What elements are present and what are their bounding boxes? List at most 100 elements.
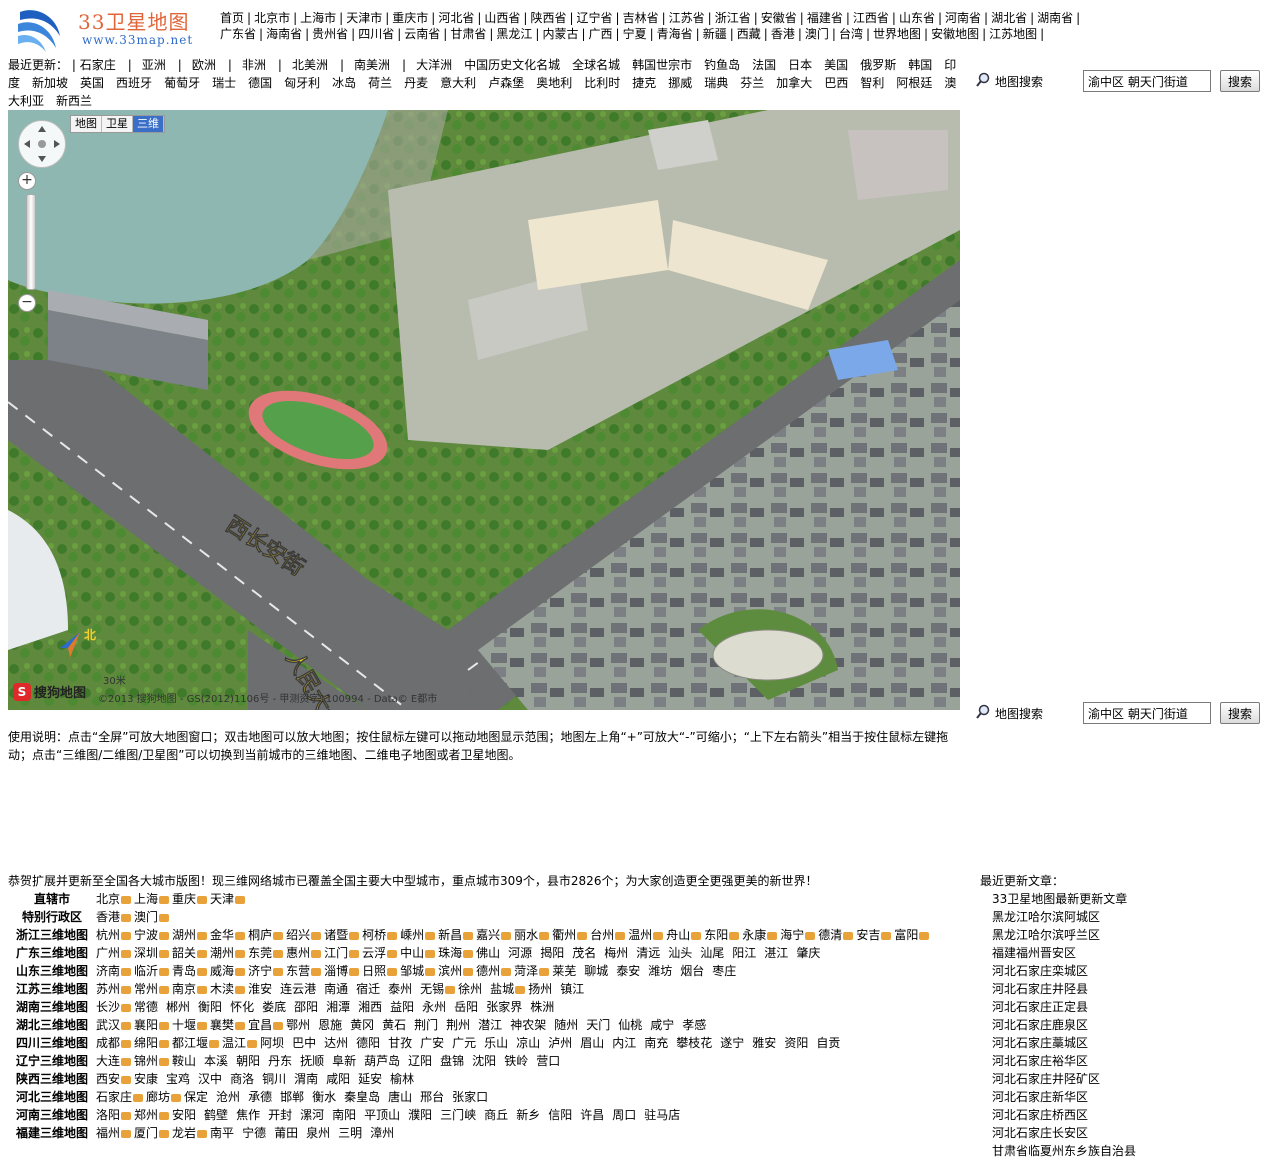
- city-link[interactable]: 镇江: [560, 982, 584, 996]
- city-link[interactable]: 周口: [612, 1108, 636, 1122]
- city-link[interactable]: 木渎: [210, 982, 234, 996]
- city-link[interactable]: 梅州: [604, 946, 628, 960]
- city-link[interactable]: 永州: [422, 1000, 446, 1014]
- city-link[interactable]: 临沂: [134, 964, 158, 978]
- city-link[interactable]: 烟台: [680, 964, 704, 978]
- update-link[interactable]: 日本: [788, 58, 812, 72]
- city-link[interactable]: 鞍山: [172, 1054, 196, 1068]
- article-link[interactable]: 河北石家庄正定县: [980, 998, 1270, 1016]
- city-link[interactable]: 榆林: [390, 1072, 414, 1086]
- city-link[interactable]: 开封: [268, 1108, 292, 1122]
- map-mode-tab[interactable]: 三维: [133, 116, 164, 132]
- city-link[interactable]: 恩施: [318, 1018, 342, 1032]
- nav-link[interactable]: 湖北省: [991, 11, 1027, 25]
- nav-link[interactable]: 新疆: [703, 27, 727, 41]
- update-link[interactable]: 中国历史文化名城: [464, 58, 560, 72]
- nav-link[interactable]: 四川省: [358, 27, 394, 41]
- city-link[interactable]: 焦作: [236, 1108, 260, 1122]
- map-search-input[interactable]: [1083, 70, 1211, 92]
- city-link[interactable]: 湛江: [764, 946, 788, 960]
- nav-link[interactable]: 安徽地图: [931, 27, 979, 41]
- city-link[interactable]: 本溪: [204, 1054, 228, 1068]
- city-link[interactable]: 长沙: [96, 1000, 120, 1014]
- update-link[interactable]: 英国: [80, 76, 104, 90]
- nav-link[interactable]: 首页: [220, 11, 244, 25]
- city-link[interactable]: 舟山: [666, 928, 690, 942]
- city-link[interactable]: 柯桥: [362, 928, 386, 942]
- update-link[interactable]: 俄罗斯: [860, 58, 896, 72]
- city-link[interactable]: 益阳: [390, 1000, 414, 1014]
- city-link[interactable]: 泰州: [388, 982, 412, 996]
- map-provider[interactable]: S 搜狗地图: [13, 682, 86, 702]
- nav-link[interactable]: 江苏地图: [989, 27, 1037, 41]
- city-link[interactable]: 温江: [222, 1036, 246, 1050]
- update-link[interactable]: 韩国世宗市: [632, 58, 692, 72]
- city-link[interactable]: 承德: [248, 1090, 272, 1104]
- city-link[interactable]: 潮州: [210, 946, 234, 960]
- update-link[interactable]: 非洲: [242, 58, 266, 72]
- city-link[interactable]: 平顶山: [364, 1108, 400, 1122]
- nav-link[interactable]: 辽宁省: [577, 11, 613, 25]
- city-link[interactable]: 安吉: [856, 928, 880, 942]
- nav-link[interactable]: 宁夏: [623, 27, 647, 41]
- update-link[interactable]: 芬兰: [740, 76, 764, 90]
- update-link[interactable]: 大洋洲: [416, 58, 452, 72]
- city-link[interactable]: 延安: [358, 1072, 382, 1086]
- city-link[interactable]: 安康: [134, 1072, 158, 1086]
- city-link[interactable]: 雅安: [752, 1036, 776, 1050]
- city-link[interactable]: 德阳: [356, 1036, 380, 1050]
- city-link[interactable]: 阳江: [732, 946, 756, 960]
- city-link[interactable]: 铁岭: [504, 1054, 528, 1068]
- city-link[interactable]: 东莞: [248, 946, 272, 960]
- article-link[interactable]: 河北石家庄长安区: [980, 1124, 1270, 1142]
- map-mode-tab[interactable]: 地图: [71, 116, 102, 132]
- city-link[interactable]: 朝阳: [236, 1054, 260, 1068]
- city-link[interactable]: 云浮: [362, 946, 386, 960]
- update-link[interactable]: 葡萄牙: [164, 76, 200, 90]
- city-link[interactable]: 无锡: [420, 982, 444, 996]
- city-link[interactable]: 辽阳: [408, 1054, 432, 1068]
- nav-link[interactable]: 云南省: [404, 27, 440, 41]
- city-link[interactable]: 新乡: [516, 1108, 540, 1122]
- city-link[interactable]: 衡水: [312, 1090, 336, 1104]
- zoom-out-button[interactable]: −: [18, 294, 36, 312]
- nav-link[interactable]: 澳门: [805, 27, 829, 41]
- nav-link[interactable]: 浙江省: [715, 11, 751, 25]
- city-link[interactable]: 莱芜: [552, 964, 576, 978]
- city-link[interactable]: 佛山: [476, 946, 500, 960]
- city-link[interactable]: 资阳: [784, 1036, 808, 1050]
- article-link[interactable]: 甘肃省临夏州东乡族自治县: [980, 1142, 1270, 1160]
- city-link[interactable]: 邯郸: [280, 1090, 304, 1104]
- city-link[interactable]: 大连: [96, 1054, 120, 1068]
- city-link[interactable]: 海宁: [780, 928, 804, 942]
- nav-link[interactable]: 湖南省: [1037, 11, 1073, 25]
- city-link[interactable]: 北京: [96, 892, 120, 906]
- city-link[interactable]: 仙桃: [618, 1018, 642, 1032]
- city-link[interactable]: 东营: [286, 964, 310, 978]
- city-link[interactable]: 孝感: [682, 1018, 706, 1032]
- nav-link[interactable]: 上海市: [300, 11, 336, 25]
- city-link[interactable]: 重庆: [172, 892, 196, 906]
- city-link[interactable]: 漳州: [370, 1126, 394, 1140]
- city-link[interactable]: 上海: [134, 892, 158, 906]
- city-link[interactable]: 张家界: [486, 1000, 522, 1014]
- city-link[interactable]: 郴州: [166, 1000, 190, 1014]
- nav-link[interactable]: 陕西省: [530, 11, 566, 25]
- city-link[interactable]: 抚顺: [300, 1054, 324, 1068]
- city-link[interactable]: 洛阳: [96, 1108, 120, 1122]
- city-link[interactable]: 宁波: [134, 928, 158, 942]
- map-viewport[interactable]: 西长安街 人民大会堂 + − 地图 卫星 三维 北 30米 S 搜狗地图 ©2013 …: [8, 110, 960, 710]
- nav-link[interactable]: 西藏: [737, 27, 761, 41]
- city-link[interactable]: 杭州: [96, 928, 120, 942]
- city-link[interactable]: 泰安: [616, 964, 640, 978]
- city-link[interactable]: 鄂州: [286, 1018, 310, 1032]
- search-button[interactable]: 搜索: [1220, 70, 1260, 92]
- update-link[interactable]: 法国: [752, 58, 776, 72]
- update-link[interactable]: 西班牙: [116, 76, 152, 90]
- city-link[interactable]: 汕尾: [700, 946, 724, 960]
- city-link[interactable]: 阿坝: [260, 1036, 284, 1050]
- city-link[interactable]: 衡阳: [198, 1000, 222, 1014]
- city-link[interactable]: 绍兴: [286, 928, 310, 942]
- city-link[interactable]: 凉山: [516, 1036, 540, 1050]
- city-link[interactable]: 宿迁: [356, 982, 380, 996]
